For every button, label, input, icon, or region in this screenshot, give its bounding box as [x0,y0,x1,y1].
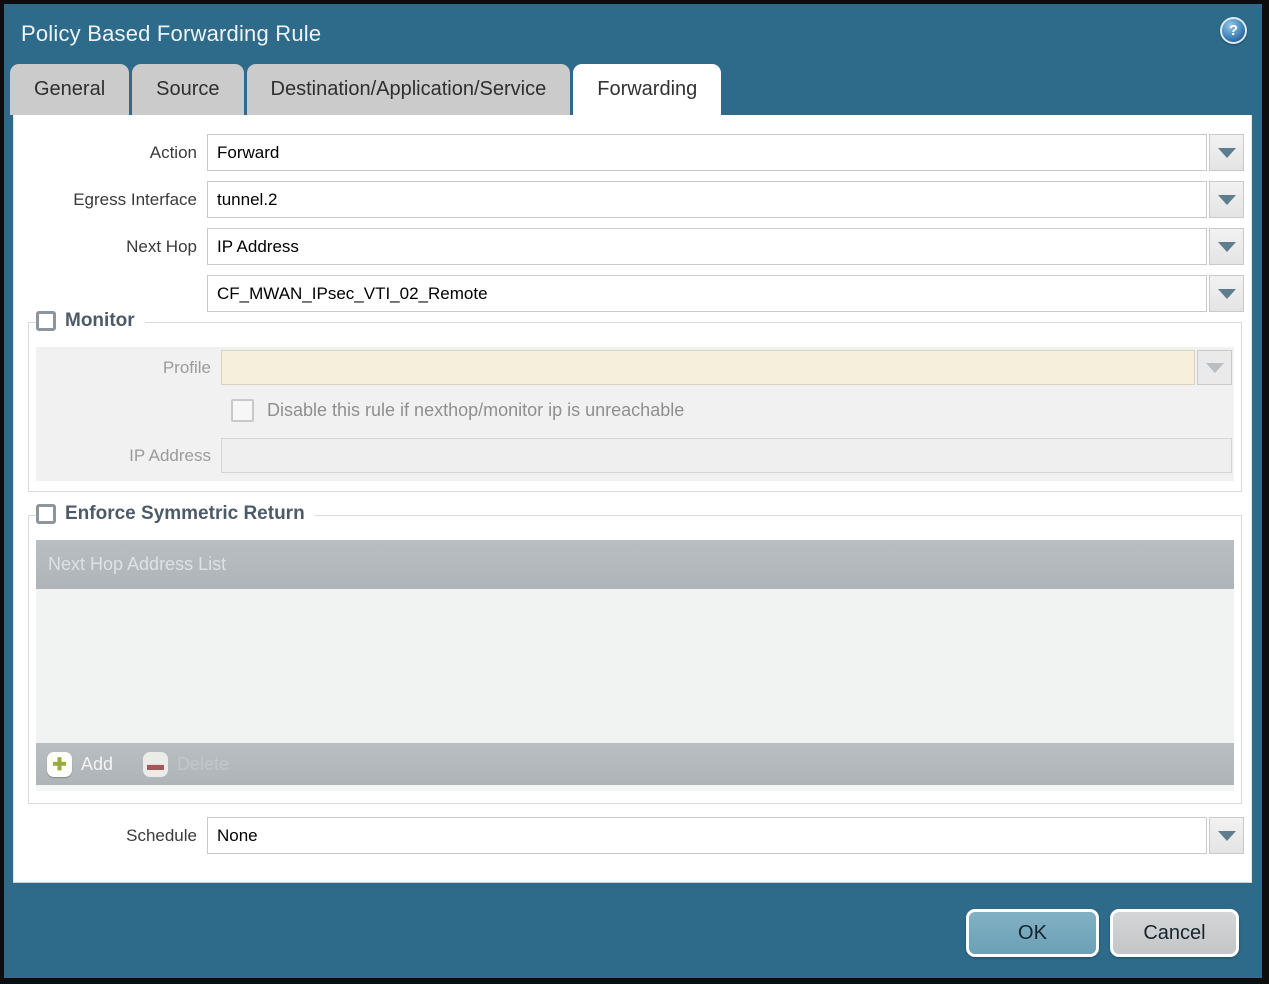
disable-rule-row: Disable this rule if nexthop/monitor ip … [231,399,1234,422]
title-bar: Policy Based Forwarding Rule [4,4,1262,64]
profile-label: Profile [162,357,211,377]
egress-interface-row: Egress Interface [14,181,1251,218]
enforce-symmetric-return-legend: Enforce Symmetric Return [36,503,315,525]
chevron-down-icon [1217,147,1236,158]
tab-bar: General Source Destination/Application/S… [4,64,1262,115]
monitor-ip-address-input [221,438,1232,473]
profile-row: Profile [36,350,1234,385]
delete-button: ▬ Delete [143,751,230,777]
dialog-frame: Policy Based Forwarding Rule ? General S… [0,0,1269,984]
next-hop-type-dropdown-button[interactable] [1209,228,1244,265]
next-hop-address-row [14,275,1251,312]
next-hop-row: Next Hop [14,228,1251,265]
next-hop-address-list-table: Next Hop Address List ✚ Add ▬ Delete [36,540,1234,791]
page-title: Policy Based Forwarding Rule [21,21,322,46]
help-icon[interactable]: ? [1220,17,1247,44]
cancel-button[interactable]: Cancel [1110,909,1239,957]
next-hop-address-dropdown-button[interactable] [1209,275,1244,312]
chevron-down-icon [1217,288,1236,299]
add-button[interactable]: ✚ Add [47,751,114,777]
table-toolbar: ✚ Add ▬ Delete [36,743,1234,785]
monitor-legend-label: Monitor [65,310,135,331]
monitor-checkbox[interactable] [36,311,56,331]
action-row: Action [14,134,1251,171]
disable-rule-checkbox [231,399,254,422]
add-icon: ✚ [47,751,72,777]
monitor-ip-address-row: IP Address [36,438,1234,473]
profile-combobox [221,350,1195,385]
schedule-label: Schedule [126,825,197,845]
tab-source[interactable]: Source [132,64,244,115]
monitor-legend: Monitor [36,310,145,332]
egress-interface-label: Egress Interface [73,189,197,209]
action-label: Action [149,142,197,162]
delete-button-label: Delete [177,753,230,774]
monitor-body: Profile Disable this rule if nexthop/mon… [36,347,1234,481]
help-glyph: ? [1228,22,1239,39]
profile-dropdown-button [1197,350,1232,385]
action-dropdown-button[interactable] [1209,134,1244,171]
next-hop-address-list-column-header: Next Hop Address List [48,554,227,574]
enforce-symmetric-return-legend-label: Enforce Symmetric Return [65,503,305,524]
ok-button[interactable]: OK [966,909,1099,957]
forwarding-tab-panel: Action Egress Interface Next Hop [13,115,1252,883]
chevron-down-icon [1205,362,1224,373]
chevron-down-icon [1217,194,1236,205]
next-hop-type-combobox[interactable] [207,228,1207,265]
tab-destination-application-service[interactable]: Destination/Application/Service [246,64,571,115]
chevron-down-icon [1217,830,1236,841]
table-body-empty[interactable] [36,589,1234,743]
schedule-combobox[interactable] [207,817,1207,854]
action-combobox[interactable] [207,134,1207,171]
next-hop-address-combobox[interactable] [207,275,1207,312]
schedule-dropdown-button[interactable] [1209,817,1244,854]
egress-interface-dropdown-button[interactable] [1209,181,1244,218]
delete-icon: ▬ [143,751,169,777]
egress-interface-combobox[interactable] [207,181,1207,218]
enforce-symmetric-return-fieldset: Enforce Symmetric Return Next Hop Addres… [28,503,1242,804]
table-header-row: Next Hop Address List [36,540,1234,589]
enforce-symmetric-return-checkbox[interactable] [36,504,56,524]
add-button-label: Add [81,753,114,774]
next-hop-label: Next Hop [126,236,197,256]
tab-forwarding[interactable]: Forwarding [573,64,722,115]
chevron-down-icon [1217,241,1236,252]
tab-general[interactable]: General [10,64,130,115]
schedule-row: Schedule [14,817,1251,854]
monitor-fieldset: Monitor Profile Disable this rule if nex… [28,310,1242,492]
monitor-ip-address-label: IP Address [129,445,211,465]
disable-rule-label: Disable this rule if nexthop/monitor ip … [267,400,685,420]
dialog-footer: OK Cancel [4,883,1262,978]
